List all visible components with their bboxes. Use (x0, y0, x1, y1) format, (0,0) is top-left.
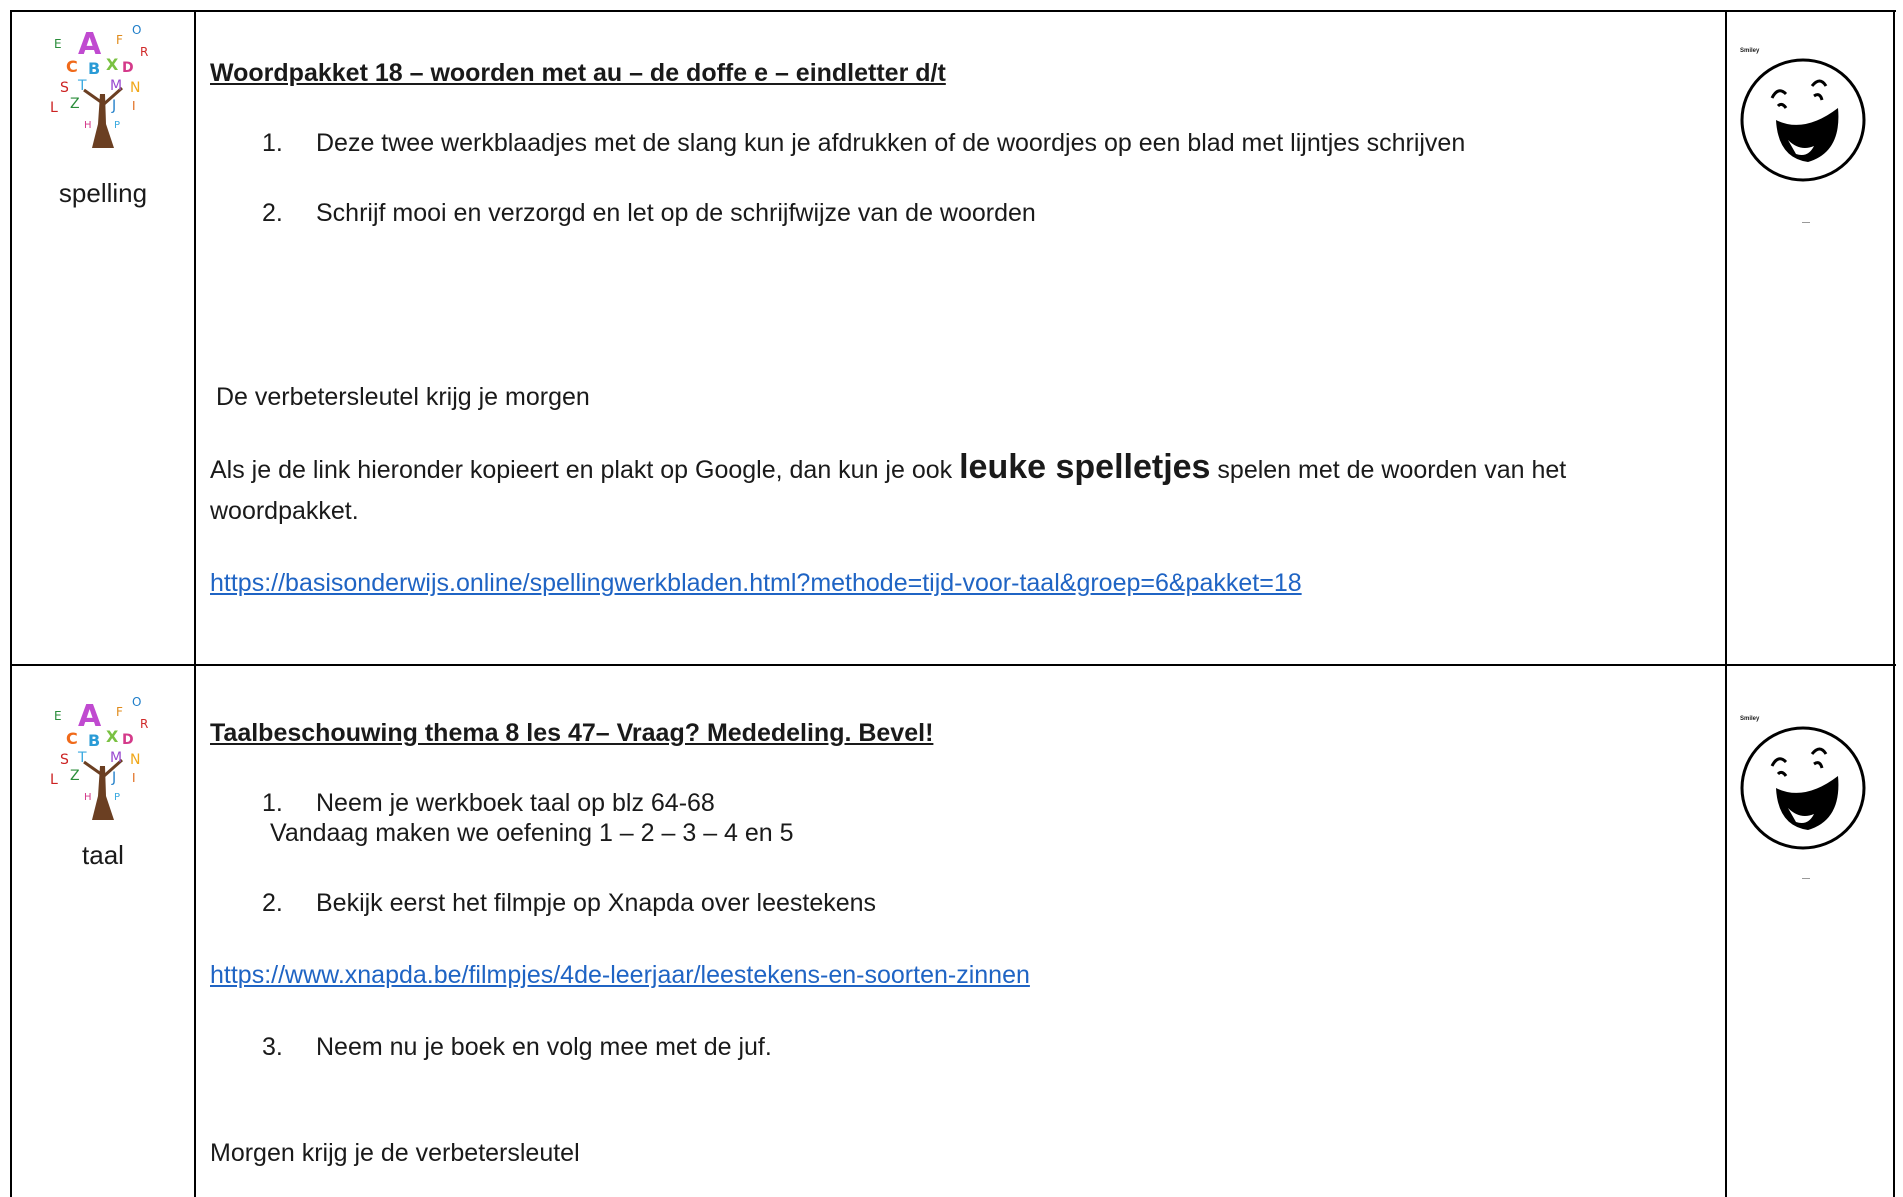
list-subline: Vandaag maken we oefening 1 – 2 – 3 – 4 … (270, 819, 794, 847)
list-text: Deze twee werkblaadjes met de slang kun … (316, 129, 1466, 157)
svg-text:X: X (106, 727, 119, 746)
paragraph-text: spelen met de woorden van het (1210, 456, 1567, 484)
paragraph-text: Als je de link hieronder kopieert en pla… (210, 456, 960, 484)
svg-text:C: C (66, 57, 78, 76)
smiley-caption: Smiley (1740, 716, 1760, 722)
svg-text:B: B (88, 59, 100, 78)
alphabet-tree-icon: A E F O R C B X D S T M N L Z J I H P (50, 24, 148, 148)
svg-text:H: H (84, 120, 92, 131)
note-text: De verbetersleutel krijg je morgen (216, 383, 590, 411)
list-text: Neem je werkboek taal op blz 64-68 (316, 789, 715, 817)
svg-text:C: C (66, 729, 78, 748)
xnapda-link[interactable]: https://www.xnapda.be/filmpjes/4de-leerj… (210, 958, 1030, 992)
table-row-spelling: A E F O R C B X D S T M N L Z J I H P sp… (10, 10, 1896, 664)
laughing-smiley-icon (1740, 58, 1866, 182)
subject-cell: A E F O R C B X D S T M N L Z J I H P ta… (10, 666, 196, 1197)
table-row-taal: A E F O R C B X D S T M N L Z J I H P ta… (10, 666, 1896, 1197)
list-item: 1. Neem je werkboek taal op blz 64-68 (262, 786, 715, 820)
svg-text:O: O (132, 696, 141, 709)
list-number: 3. (262, 1033, 283, 1061)
smiley-caption: Smiley (1740, 48, 1760, 54)
svg-text:I: I (132, 771, 136, 785)
svg-text:J: J (111, 770, 116, 786)
svg-text:F: F (116, 705, 123, 719)
spelling-link[interactable]: https://basisonderwijs.online/spellingwe… (210, 566, 1302, 600)
note-text: Morgen krijg je de verbetersleutel (210, 1139, 580, 1167)
paragraph-line2: woordpakket. (210, 497, 359, 525)
games-paragraph: Als je de link hieronder kopieert en pla… (210, 450, 1566, 487)
list-number: 2. (262, 889, 283, 917)
svg-text:P: P (114, 120, 120, 131)
svg-text:E: E (54, 37, 62, 51)
svg-text:R: R (140, 45, 148, 59)
subject-cell: A E F O R C B X D S T M N L Z J I H P sp… (10, 10, 196, 664)
list-item: 3. Neem nu je boek en volg mee met de juf… (262, 1030, 772, 1064)
emphasis-text: leuke spelletjes (959, 448, 1211, 486)
svg-text:T: T (77, 78, 87, 94)
svg-text:D: D (122, 60, 134, 76)
svg-text:S: S (60, 80, 69, 96)
list-text: Bekijk eerst het filmpje op Xnapda over … (316, 889, 877, 917)
lesson-table: A E F O R C B X D S T M N L Z J I H P sp… (10, 10, 1896, 1197)
smiley-cell: Smiley (1726, 666, 1896, 1197)
svg-text:T: T (77, 750, 87, 766)
svg-text:L: L (50, 772, 58, 788)
svg-text:M: M (110, 750, 122, 766)
list-text: Schrijf mooi en verzorgd en let op de sc… (316, 199, 1036, 227)
svg-text:D: D (122, 732, 134, 748)
smiley-dash (1802, 878, 1810, 879)
subject-label: spelling (58, 178, 148, 208)
list-number: 2. (262, 199, 283, 227)
lesson-title: Woordpakket 18 – woorden met au – de dof… (210, 59, 946, 87)
svg-text:O: O (132, 24, 141, 37)
alphabet-tree-icon: A E F O R C B X D S T M N L Z J I H P (50, 696, 148, 820)
list-number: 1. (262, 129, 283, 157)
svg-text:I: I (132, 99, 136, 113)
list-item: 2. Schrijf mooi en verzorgd en let op de … (262, 196, 1036, 230)
svg-text:L: L (50, 100, 58, 116)
svg-text:J: J (111, 98, 116, 114)
svg-text:A: A (78, 699, 102, 734)
list-item: 1. Deze twee werkblaadjes met de slang ku… (262, 126, 1465, 160)
laughing-smiley-icon (1740, 726, 1866, 850)
svg-text:H: H (84, 792, 92, 803)
smiley-cell: Smiley (1726, 10, 1896, 664)
svg-text:Z: Z (70, 768, 80, 784)
svg-text:S: S (60, 752, 69, 768)
list-item: 2. Bekijk eerst het filmpje op Xnapda ove… (262, 886, 876, 920)
lesson-title: Taalbeschouwing thema 8 les 47– Vraag? M… (210, 719, 934, 747)
svg-text:E: E (54, 709, 62, 723)
svg-text:F: F (116, 33, 123, 47)
svg-text:X: X (106, 55, 119, 74)
svg-text:A: A (78, 27, 102, 62)
svg-text:N: N (130, 80, 140, 96)
smiley-dash (1802, 222, 1810, 223)
svg-text:P: P (114, 792, 120, 803)
svg-text:N: N (130, 752, 140, 768)
svg-text:M: M (110, 78, 122, 94)
list-number: 1. (262, 789, 283, 817)
svg-text:Z: Z (70, 96, 80, 112)
subject-label: taal (82, 840, 124, 870)
svg-text:B: B (88, 731, 100, 750)
list-text: Neem nu je boek en volg mee met de juf. (316, 1033, 772, 1061)
svg-text:R: R (140, 717, 148, 731)
